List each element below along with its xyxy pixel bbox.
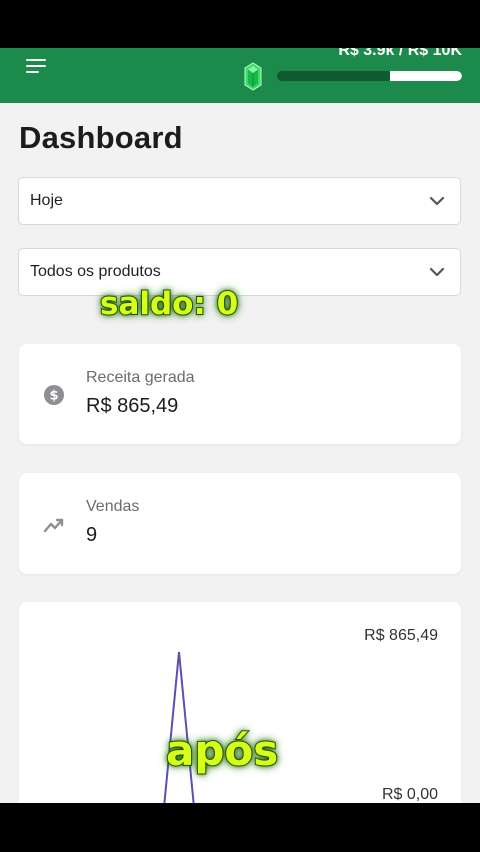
sales-label: Vendas (86, 498, 140, 515)
sales-card[interactable]: Vendas 9 (19, 473, 461, 574)
revenue-label: Receita gerada (86, 369, 195, 386)
revenue-card[interactable]: $ Receita gerada R$ 865,49 (19, 344, 461, 444)
sales-value: 9 (86, 524, 98, 546)
bottom-black-bar (0, 803, 480, 852)
svg-text:$: $ (49, 389, 58, 404)
page-title: Dashboard (19, 120, 183, 155)
period-select[interactable]: Hoje (18, 177, 461, 225)
chart-y-min-label: R$ 0,00 (381, 786, 438, 803)
chart-y-max-label: R$ 865,49 (364, 627, 438, 644)
goal-progress-fill (389, 71, 462, 81)
app-screen: R$ 3.9k / R$ 10K Dashboard Hoje Todos os… (0, 48, 480, 803)
top-black-bar (0, 0, 480, 48)
goal-progress-bar (277, 71, 462, 81)
revenue-value: R$ 865,49 (86, 395, 179, 417)
emerald-gem-icon (244, 62, 262, 91)
dollar-coin-icon: $ (44, 385, 64, 405)
chevron-down-icon (429, 196, 445, 206)
trending-up-icon (43, 518, 64, 533)
hamburger-menu-icon[interactable] (24, 56, 50, 78)
top-header: R$ 3.9k / R$ 10K (0, 48, 480, 103)
period-select-value: Hoje (30, 192, 63, 209)
goal-progress-label: R$ 3.9k / R$ 10K (338, 48, 462, 59)
product-select-value: Todos os produtos (30, 263, 161, 280)
video-caption-top: saldo: 0 (99, 285, 239, 323)
product-select[interactable]: Todos os produtos (18, 248, 461, 296)
chevron-down-icon (429, 267, 445, 277)
video-caption-bottom: após (165, 725, 279, 776)
